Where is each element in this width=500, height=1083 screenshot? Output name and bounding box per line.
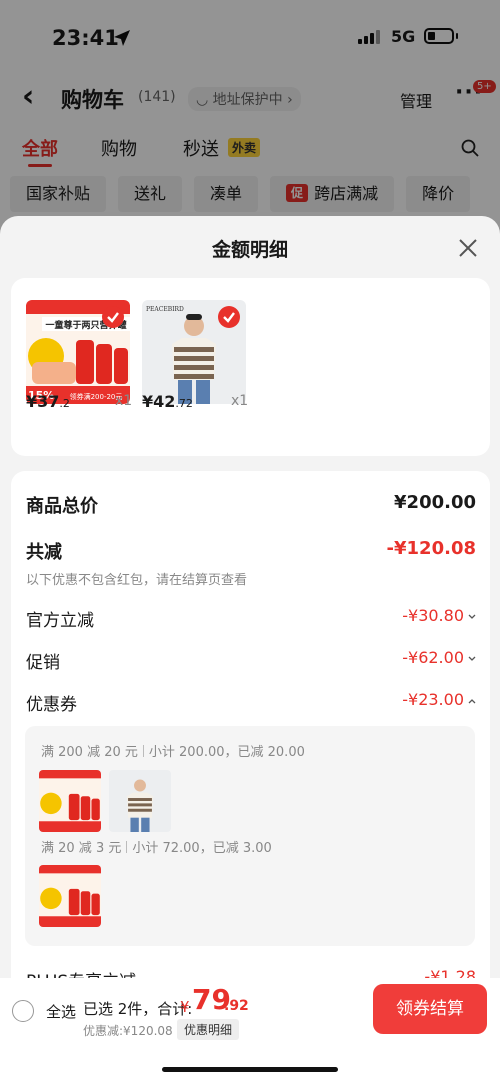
coupon-detail: 小计 72.00，已减 3.00	[132, 841, 272, 856]
chevron-down-icon	[468, 656, 476, 661]
promo-value-wrap: -¥62.00	[402, 648, 476, 667]
product-price: ¥37.2	[26, 392, 70, 411]
home-indicator	[162, 1067, 338, 1072]
total-value: ¥200.00	[394, 492, 476, 513]
checkmark-icon[interactable]	[102, 306, 124, 328]
official-value-wrap: -¥30.80	[402, 606, 476, 625]
select-all-radio[interactable]	[12, 1000, 34, 1022]
coupon-detail-box: 满 200 减 20 元小计 200.00，已减 20.00 满 20 减 3 …	[25, 726, 475, 946]
coupon-line: 满 20 减 3 元小计 72.00，已减 3.00	[41, 837, 272, 856]
promo-label: 促销	[26, 653, 60, 673]
chevron-down-icon	[468, 614, 476, 619]
discount-detail-button[interactable]: 优惠明细	[177, 1019, 240, 1040]
reduce-note: 以下优惠不包含红包，请在结算页查看	[26, 573, 248, 588]
coupon-line: 满 200 减 20 元小计 200.00，已减 20.00	[41, 741, 305, 760]
selected-summary: 已选 2件，合计:	[83, 1000, 193, 1018]
coupon-detail: 小计 200.00，已减 20.00	[148, 745, 305, 760]
select-all-label[interactable]: 全选	[46, 1001, 76, 1022]
promo-value: -¥62.00	[402, 648, 464, 667]
discount-summary: 优惠减:¥120.08	[83, 1024, 173, 1038]
product-price-dec: .72	[175, 397, 193, 410]
coupon-value-wrap: -¥23.00	[402, 690, 476, 709]
product-thumbnail	[109, 770, 171, 832]
promo-row[interactable]: 促销 -¥62.00	[26, 648, 476, 673]
product-thumbnail	[39, 770, 101, 832]
product-thumbnail	[39, 865, 101, 927]
divider	[126, 841, 128, 853]
selected-products: 一童尊于两只营养罐 15% 领券满200-20元 ¥37.2 x1 PEACEB…	[11, 278, 490, 456]
total-row: 商品总价 ¥200.00	[26, 492, 476, 517]
product-price-int: ¥37	[26, 392, 60, 411]
total-label: 商品总价	[26, 496, 98, 517]
reduce-row: 共减 -¥120.08	[26, 538, 476, 563]
coupon-value: -¥23.00	[402, 690, 464, 709]
total-currency: ¥	[180, 998, 190, 1016]
checkout-bar: 全选 已选 2件，合计: ¥ 79 .92 优惠减:¥120.08 优惠明细 领…	[0, 978, 500, 1083]
checkout-button[interactable]: 领券结算	[373, 984, 487, 1034]
coupon-label: 优惠券	[26, 695, 77, 715]
product-card[interactable]: PEACEBIRD	[142, 300, 246, 404]
product-image: PEACEBIRD	[142, 300, 246, 404]
product-qty: x1	[115, 393, 133, 409]
official-reduce-row[interactable]: 官方立减 -¥30.80	[26, 606, 476, 631]
divider	[142, 745, 144, 757]
product-price: ¥42.72	[142, 392, 193, 411]
reduce-label: 共减	[26, 542, 62, 563]
amount-detail-sheet: 金额明细 一童尊于两只营养罐 15% 领券满200-20元 ¥37.2 x1 P…	[0, 216, 500, 1083]
coupon-row[interactable]: 优惠券 -¥23.00	[26, 690, 476, 715]
product-image: 一童尊于两只营养罐 15% 领券满200-20元	[26, 300, 130, 404]
reduce-value: -¥120.08	[386, 538, 476, 559]
chevron-up-icon	[468, 699, 476, 704]
coupon-rule: 满 20 减 3 元	[41, 841, 122, 856]
product-price-dec: .2	[59, 397, 70, 410]
close-icon[interactable]	[456, 236, 480, 260]
total-price-dec: .92	[224, 998, 249, 1014]
official-label: 官方立减	[26, 611, 94, 631]
product-qty: x1	[231, 393, 249, 409]
product-brand-text: PEACEBIRD	[146, 306, 184, 313]
official-value: -¥30.80	[402, 606, 464, 625]
checkmark-icon[interactable]	[218, 306, 240, 328]
product-price-int: ¥42	[142, 392, 176, 411]
product-card[interactable]: 一童尊于两只营养罐 15% 领券满200-20元	[26, 300, 130, 404]
coupon-rule: 满 200 减 20 元	[41, 745, 138, 760]
sheet-title: 金额明细	[211, 239, 288, 261]
